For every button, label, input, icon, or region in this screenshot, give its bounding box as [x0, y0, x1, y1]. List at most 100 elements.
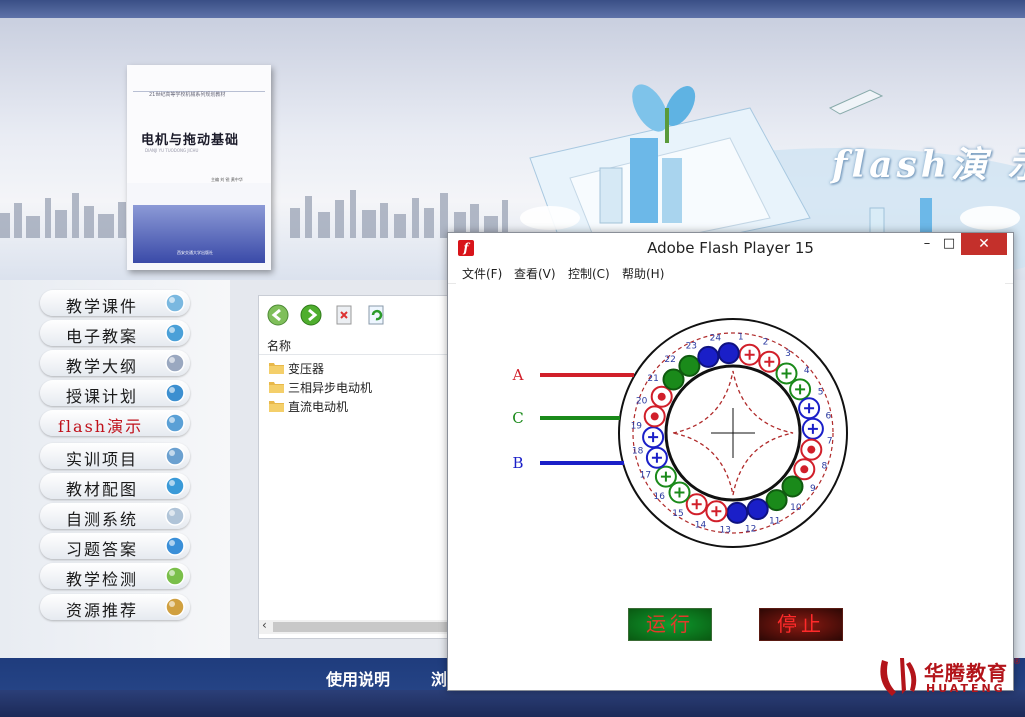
- magnifier-icon: [165, 413, 185, 433]
- close-button[interactable]: ✕: [961, 233, 1007, 255]
- slot-number-label: 22: [664, 355, 675, 365]
- slot-number-label: 1: [738, 332, 744, 342]
- slot-number-label: 9: [810, 484, 816, 494]
- menu-file[interactable]: 文件(F): [462, 265, 502, 282]
- globe-icon: [165, 383, 185, 403]
- sidebar-item-label: 教学检测: [66, 570, 139, 589]
- slot-number-label: 6: [826, 411, 832, 421]
- flash-demo-logo: flash演 示: [832, 144, 1025, 186]
- slot-number-label: 17: [640, 471, 651, 481]
- scroll-left-icon[interactable]: ‹: [262, 618, 267, 632]
- slot-number-label: 20: [636, 397, 648, 407]
- folder-label: 变压器: [288, 362, 325, 376]
- sidebar-item-label: flash演示: [58, 417, 144, 436]
- stator-slot-conductor: [746, 498, 769, 521]
- sidebar-item-6[interactable]: 教材配图: [40, 473, 190, 499]
- slot-number-label: 10: [790, 503, 802, 513]
- sidebar-item-label: 电子教案: [66, 327, 139, 346]
- sidebar-item-label: 教材配图: [66, 480, 139, 499]
- slot-number-label: 14: [695, 520, 707, 530]
- slot-number-label: 11: [769, 517, 780, 527]
- motor-animation: 123456789101112131415161718192021222324A…: [512, 318, 848, 548]
- top-bar: [0, 0, 1025, 18]
- sidebar-item-7[interactable]: 自测系统: [40, 503, 190, 529]
- sidebar-item-label: 实训项目: [66, 450, 139, 469]
- sidebar-item-9[interactable]: 教学检测: [40, 563, 190, 589]
- forward-icon[interactable]: [300, 304, 322, 326]
- window-titlebar: f Adobe Flash Player 15 – □ ✕: [448, 233, 1013, 263]
- current-out-symbol: [807, 445, 816, 454]
- slot-number-label: 21: [647, 374, 658, 384]
- current-out-symbol: [657, 392, 666, 401]
- slot-number-label: 8: [822, 462, 828, 472]
- slot-number-label: 12: [745, 524, 756, 534]
- slot-number-label: 24: [710, 334, 722, 344]
- current-out-symbol: [800, 465, 809, 474]
- scrollbar-thumb[interactable]: [273, 622, 449, 632]
- menu-help[interactable]: 帮助(H): [622, 265, 664, 282]
- refresh-icon[interactable]: [365, 304, 387, 326]
- sidebar-item-label: 教学大纲: [66, 357, 139, 376]
- menu-control[interactable]: 控制(C): [568, 265, 610, 282]
- huateng-logo-mark: [880, 658, 917, 696]
- sidebar-item-label: 习题答案: [66, 540, 139, 559]
- slot-number-label: 4: [804, 366, 810, 376]
- slot-number-label: 16: [653, 492, 665, 502]
- sidebar-item-8[interactable]: 习题答案: [40, 533, 190, 559]
- slot-number-label: 2: [763, 338, 769, 348]
- sidebar-item-2[interactable]: 教学大纲: [40, 350, 190, 376]
- maximize-button[interactable]: □: [934, 233, 964, 255]
- slot-number-label: 18: [632, 447, 644, 457]
- stop-button[interactable]: 停止: [759, 608, 843, 641]
- sidebar-item-10[interactable]: 资源推荐: [40, 594, 190, 620]
- menu-view[interactable]: 查看(V): [514, 265, 556, 282]
- info-icon: [165, 323, 185, 343]
- sidebar-item-3[interactable]: 授课计划: [40, 380, 190, 406]
- sidebar-item-label: 资源推荐: [66, 601, 139, 620]
- stator-slot-conductor: [765, 489, 788, 512]
- menu-bar: 文件(F) 查看(V) 控制(C) 帮助(H): [448, 263, 1013, 284]
- book-subtitle: DIANJI YU TUODONG JICHU: [145, 148, 199, 153]
- stator-slot-conductor: [697, 345, 720, 368]
- stator-slot-conductor: [726, 501, 749, 524]
- slot-number-label: 15: [672, 509, 683, 519]
- run-button[interactable]: 运行: [628, 608, 712, 641]
- flash-player-window: f Adobe Flash Player 15 – □ ✕ 文件(F) 查看(V…: [447, 232, 1014, 691]
- stator-slot-conductor: [781, 475, 804, 498]
- chart-icon: [165, 597, 185, 617]
- slot-number-label: 13: [720, 526, 731, 536]
- huateng-logo: 华腾教育 HUATENG ®: [874, 652, 1025, 704]
- news-icon: [165, 353, 185, 373]
- logo-en-text: HUATENG: [926, 682, 1006, 695]
- horizontal-scrollbar[interactable]: ‹: [259, 618, 449, 634]
- stator-slot-conductor: [678, 354, 701, 377]
- phase-c-label: C: [512, 409, 523, 427]
- mail-icon: [165, 506, 185, 526]
- plant-icon: [165, 566, 185, 586]
- back-icon[interactable]: [267, 304, 289, 326]
- images-icon: [165, 476, 185, 496]
- folder-icon: [269, 363, 284, 374]
- name-column-header[interactable]: 名称: [259, 336, 449, 355]
- city-skyline-image: [0, 190, 508, 238]
- sidebar-item-5[interactable]: 实训项目: [40, 443, 190, 469]
- slot-number-label: 19: [631, 421, 643, 431]
- slot-number-label: 3: [785, 349, 791, 359]
- sidebar-item-4[interactable]: flash演示: [40, 410, 190, 436]
- current-out-symbol: [650, 412, 659, 421]
- courseware-icon: [165, 293, 185, 313]
- sidebar-item-1[interactable]: 电子教案: [40, 320, 190, 346]
- sidebar-item-0[interactable]: 教学课件: [40, 290, 190, 316]
- sidebar-item-label: 教学课件: [66, 297, 139, 316]
- phase-a-label: A: [512, 366, 524, 384]
- stator-slot-conductor: [662, 368, 685, 391]
- book-authors: 主编 刘 锐 黄中华: [211, 177, 243, 182]
- instructions-link[interactable]: 使用说明: [326, 666, 390, 690]
- book-publisher: 西安交通大学出版社: [177, 250, 213, 255]
- file-explorer: 名称 变压器 三相异步电动机 直流电动机 ‹: [258, 295, 450, 639]
- browse-link[interactable]: 浏: [431, 666, 447, 690]
- ie-icon: [165, 536, 185, 556]
- folder-icon: [269, 382, 284, 393]
- delete-icon[interactable]: [333, 304, 355, 326]
- tools-icon: [165, 446, 185, 466]
